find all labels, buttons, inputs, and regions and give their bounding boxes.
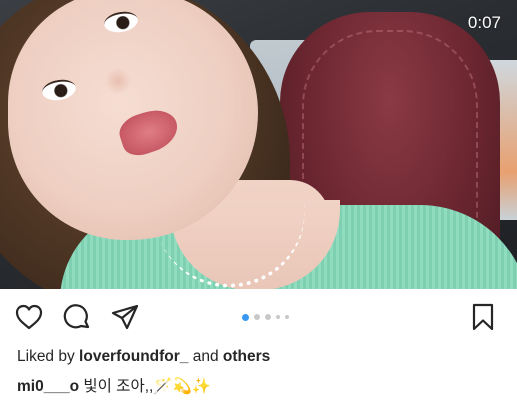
like-button[interactable]: [14, 302, 44, 332]
video-timer: 0:07: [467, 13, 501, 32]
paper-plane-icon: [111, 304, 139, 330]
save-button[interactable]: [468, 302, 498, 332]
comment-button[interactable]: [62, 302, 92, 332]
caption-username[interactable]: mi0___o: [17, 378, 79, 395]
carousel-dot: [254, 314, 260, 320]
nose: [104, 68, 132, 94]
lips: [115, 104, 183, 160]
instagram-post: 0:07 Liked by loverfoundfor_ and others …: [0, 0, 517, 405]
share-button[interactable]: [110, 302, 140, 332]
carousel-dot: [265, 314, 271, 320]
liker-username[interactable]: loverfoundfor_: [79, 348, 188, 365]
post-caption: mi0___o 빛이 조아,,🪄💫✨: [17, 374, 211, 396]
carousel-dot: [276, 315, 280, 319]
carousel-dot: [285, 315, 289, 319]
eye: [102, 9, 140, 35]
likes-summary: Liked by loverfoundfor_ and others: [17, 348, 270, 366]
eye: [40, 77, 78, 103]
post-video[interactable]: 0:07: [0, 0, 517, 289]
likes-prefix: Liked by: [17, 348, 75, 365]
comment-bubble-icon: [63, 304, 90, 329]
action-bar: [0, 296, 517, 340]
likes-conjunction: and: [192, 348, 219, 365]
caption-text: 빛이 조아,,🪄💫✨: [83, 378, 212, 395]
carousel-dot-active: [242, 313, 249, 321]
likes-others-link[interactable]: others: [223, 348, 270, 365]
bookmark-icon: [472, 303, 494, 331]
carousel-indicator: [242, 313, 289, 321]
heart-icon: [15, 304, 43, 330]
